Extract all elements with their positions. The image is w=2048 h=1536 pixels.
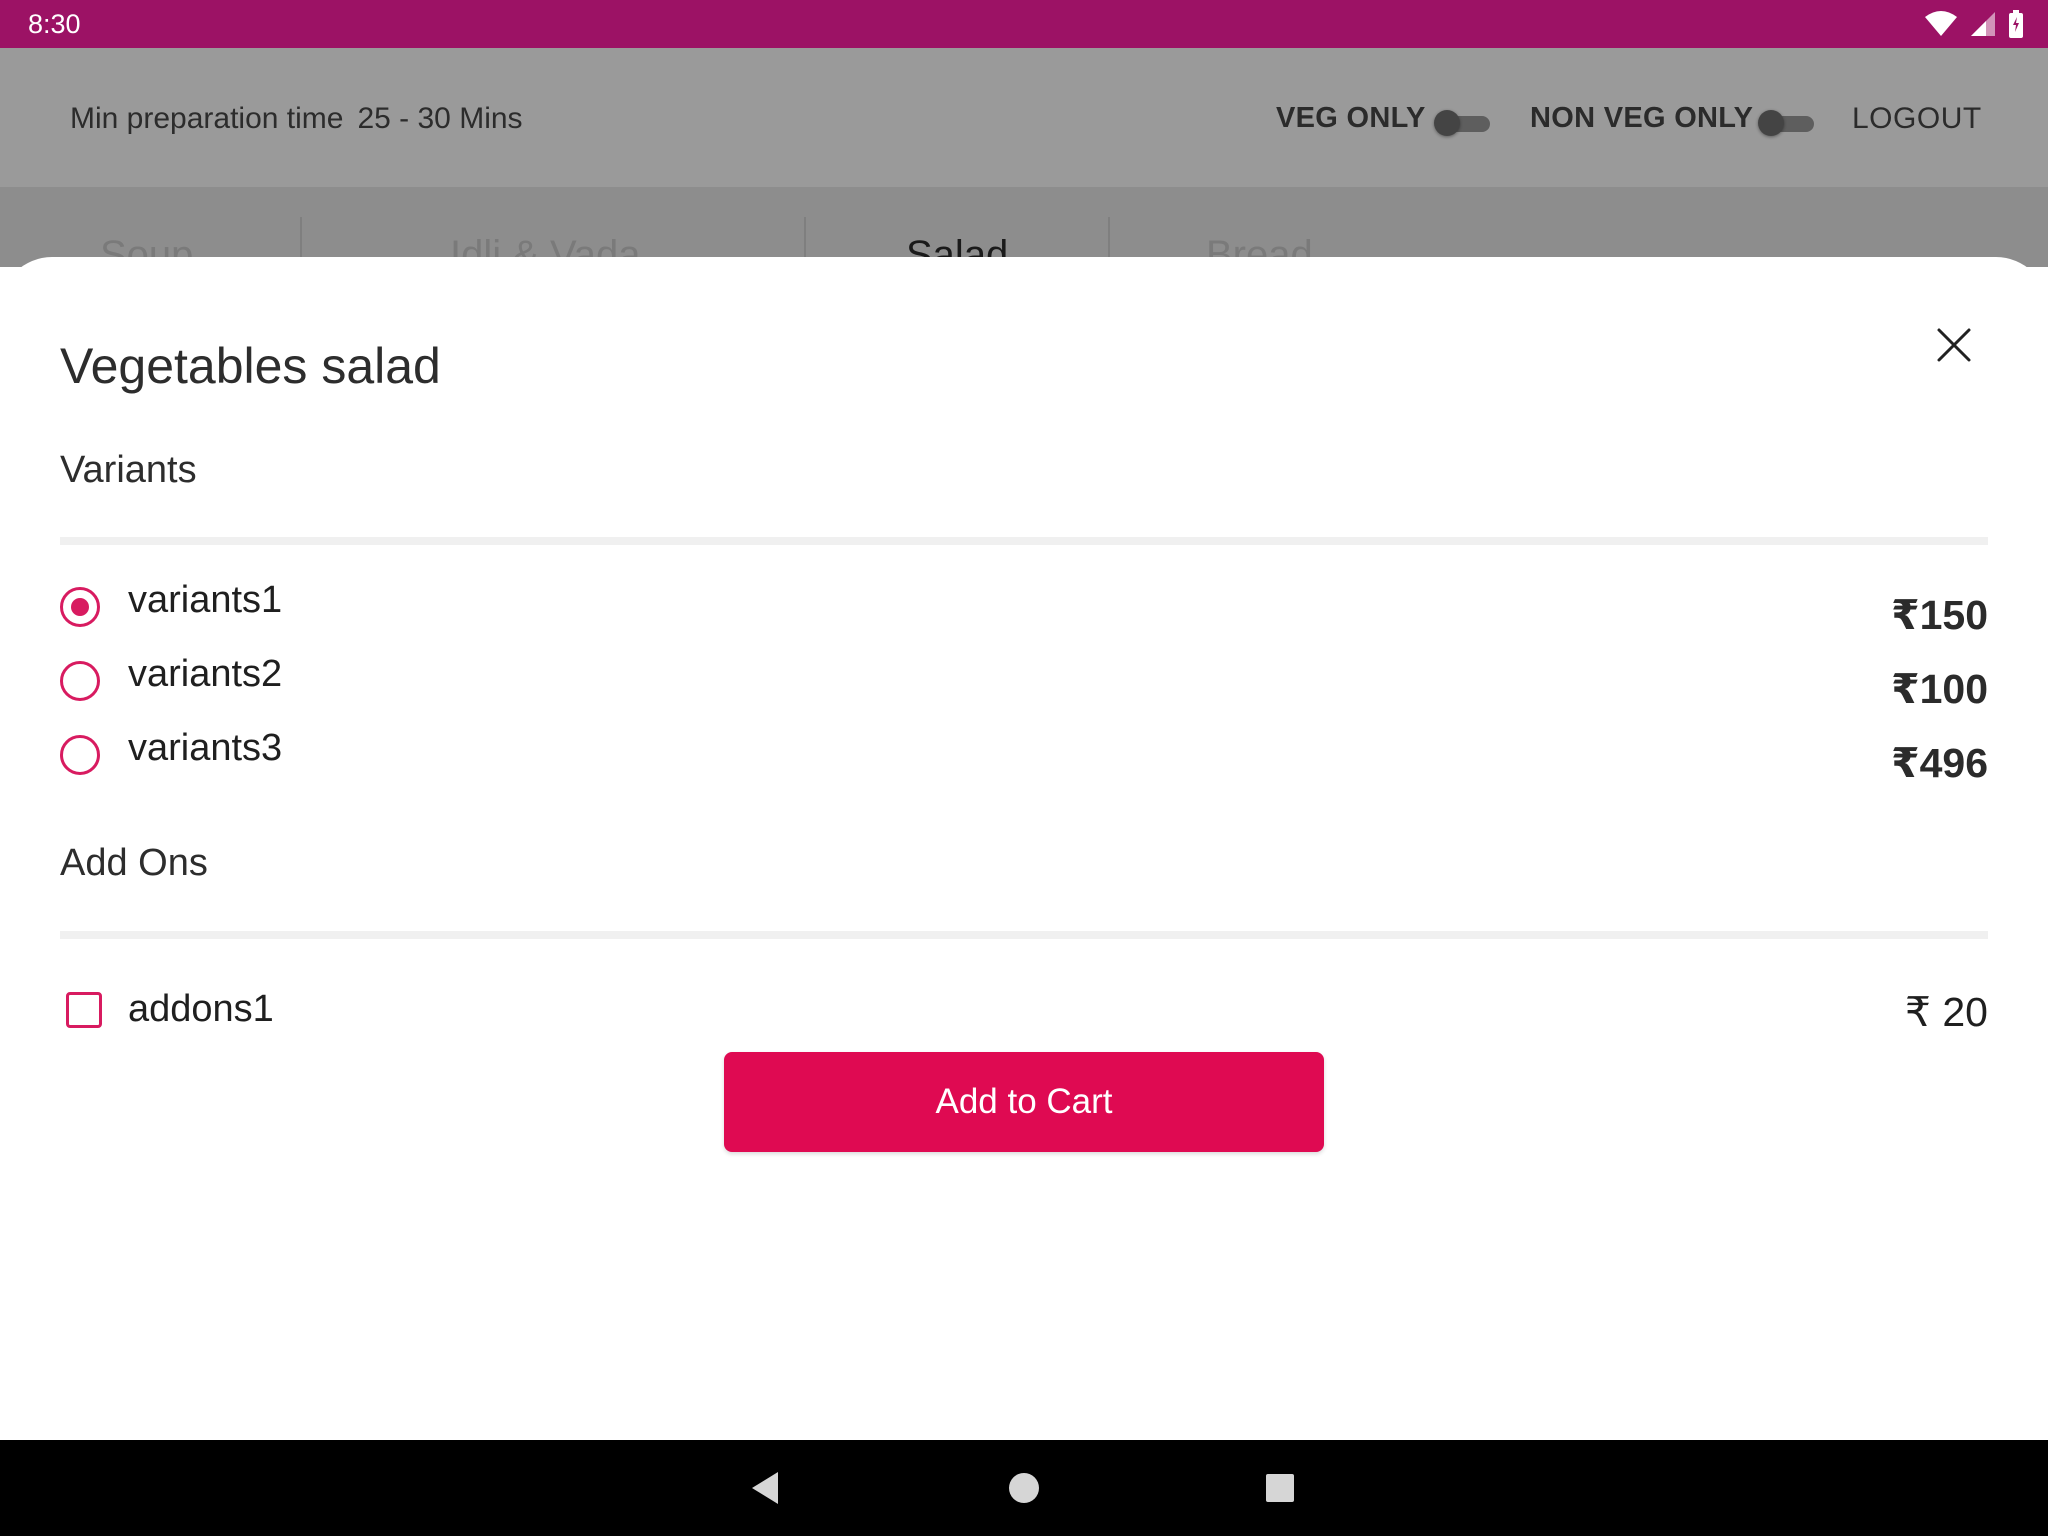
recents-icon [1266, 1474, 1294, 1502]
home-icon [1009, 1473, 1039, 1503]
addons-heading: Add Ons [60, 842, 208, 884]
toggle-thumb [1434, 110, 1460, 136]
recents-button[interactable] [1258, 1466, 1302, 1510]
item-options-sheet: Vegetables salad Variants variants1 ₹150… [0, 257, 2048, 1440]
veg-only-toggle[interactable] [1434, 108, 1492, 138]
status-bar: 8:30 [0, 0, 2048, 48]
variant-price: ₹496 [1891, 740, 1988, 786]
radio-button[interactable] [60, 587, 100, 627]
non-veg-only-label: NON VEG ONLY [1530, 102, 1754, 134]
app-bar: Min preparation time 25 - 30 Mins VEG ONL… [0, 48, 2048, 187]
addon-price: ₹ 20 [1904, 989, 1988, 1035]
section-divider [60, 537, 1988, 545]
signal-icon [1970, 11, 1996, 37]
non-veg-only-toggle[interactable] [1758, 108, 1816, 138]
add-to-cart-button[interactable]: Add to Cart [724, 1052, 1324, 1152]
item-title: Vegetables salad [60, 338, 441, 394]
toggle-thumb [1758, 110, 1784, 136]
status-icons [1924, 10, 2024, 38]
close-button[interactable] [1932, 323, 1976, 367]
variants-heading: Variants [60, 449, 197, 491]
back-button[interactable] [744, 1466, 788, 1510]
prep-time-value: 25 - 30 Mins [357, 102, 523, 135]
variant-row[interactable]: variants3 ₹496 [60, 725, 1988, 786]
wifi-icon [1924, 11, 1958, 37]
section-divider [60, 931, 1988, 939]
addon-label: addons1 [128, 988, 274, 1030]
back-icon [752, 1472, 778, 1504]
prep-time-label: Min preparation time [70, 102, 344, 135]
variant-row[interactable]: variants1 ₹150 [60, 577, 1988, 638]
radio-button[interactable] [60, 661, 100, 701]
battery-icon [2008, 10, 2024, 38]
prep-time: Min preparation time 25 - 30 Mins [70, 102, 523, 136]
logout-button[interactable]: LOGOUT [1852, 102, 1982, 136]
home-button[interactable] [1002, 1466, 1046, 1510]
radio-button[interactable] [60, 735, 100, 775]
category-tabs: Soup Idli & Vada Salad Bread [0, 187, 2048, 267]
addon-checkbox[interactable] [66, 992, 102, 1028]
variant-label: variants3 [128, 727, 283, 769]
addon-row[interactable]: addons1 ₹ 20 [60, 982, 1988, 1042]
status-time: 8:30 [28, 9, 81, 39]
variant-label: variants2 [128, 653, 283, 695]
close-icon [1937, 328, 1971, 362]
system-navigation-bar [0, 1440, 2048, 1536]
variant-price: ₹150 [1891, 592, 1988, 638]
variant-price: ₹100 [1891, 666, 1988, 712]
variant-row[interactable]: variants2 ₹100 [60, 651, 1988, 712]
variant-label: variants1 [128, 579, 283, 621]
veg-only-label: VEG ONLY [1276, 102, 1426, 134]
